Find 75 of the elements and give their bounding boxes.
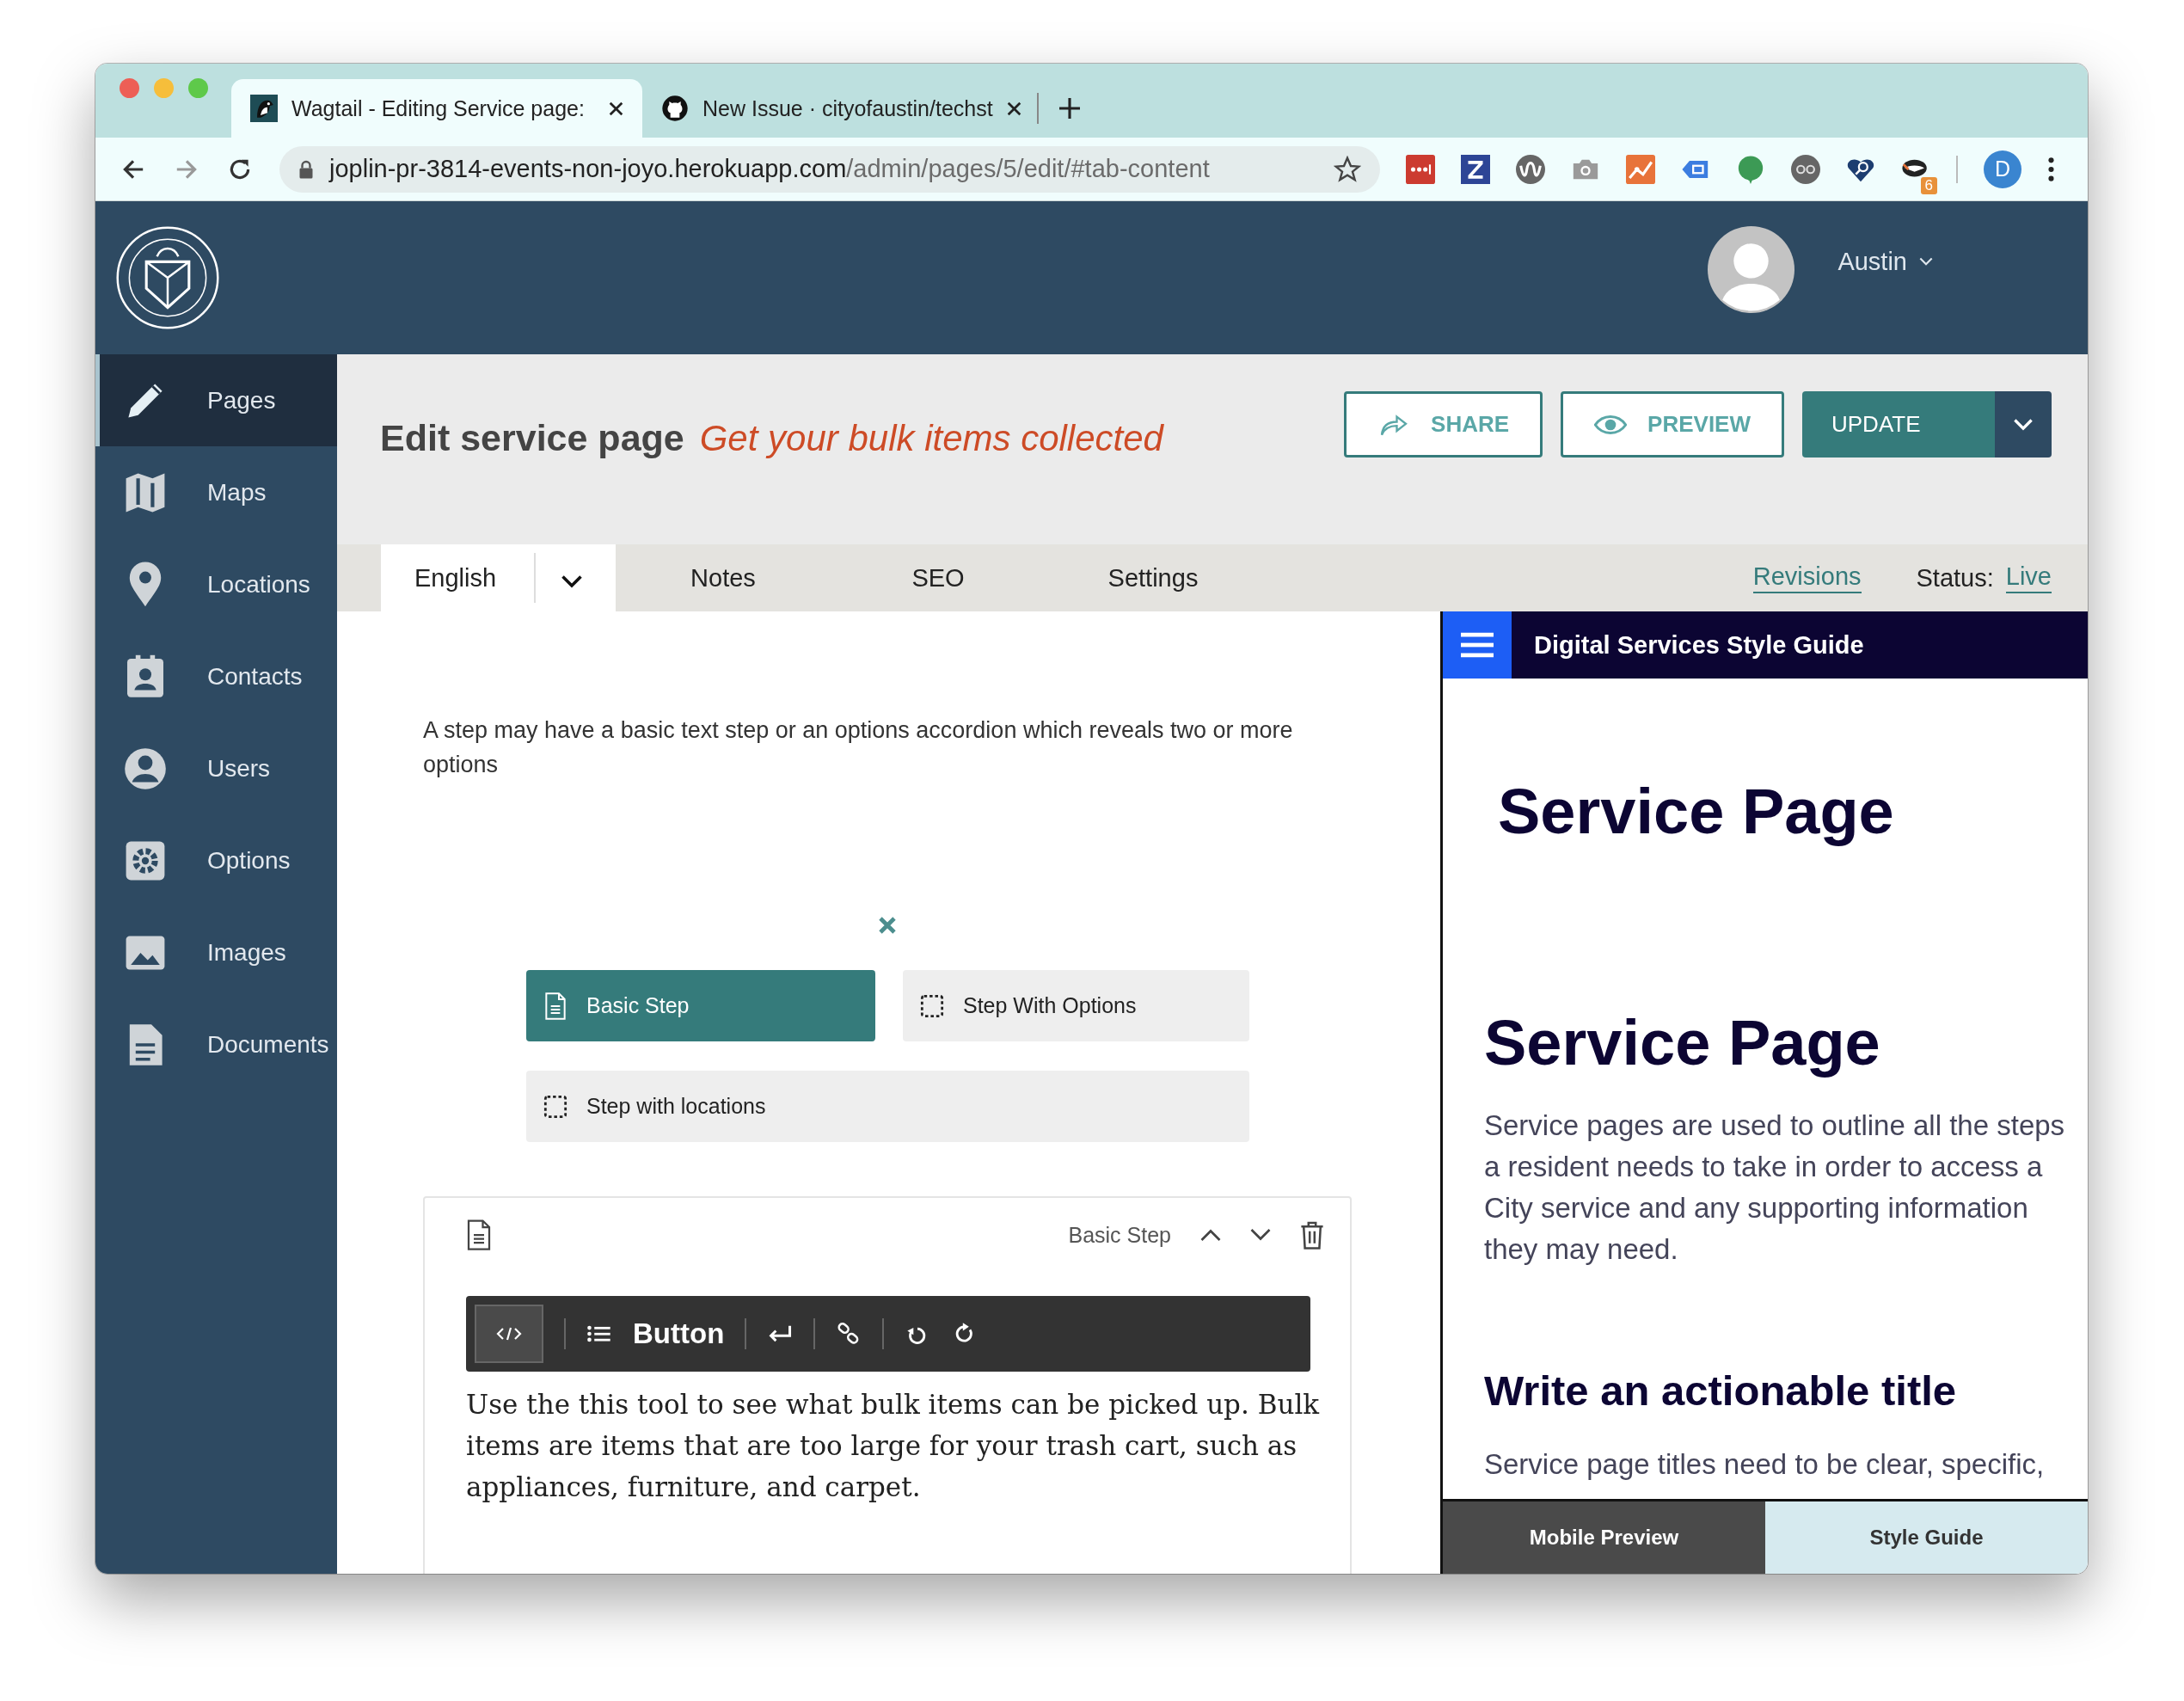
sidebar-item[interactable]: Pages [95, 354, 337, 446]
chevron-down-icon [2014, 418, 2033, 431]
close-icon[interactable] [879, 917, 896, 934]
update-button[interactable]: UPDATE [1802, 391, 1995, 457]
tab[interactable]: English [381, 544, 616, 611]
preview-paragraph: Service page titles need to be clear, specific, [1484, 1447, 2046, 1482]
menu-button[interactable] [1443, 611, 1512, 679]
sidebar-item[interactable]: Users [95, 722, 337, 814]
status-link[interactable]: Live [2005, 562, 2052, 593]
new-tab-icon[interactable] [1059, 98, 1080, 119]
user-circle-icon [125, 747, 166, 789]
chevron-down-icon[interactable] [561, 574, 583, 588]
revisions-link[interactable]: Revisions [1752, 562, 1862, 593]
sidebar-item[interactable]: Options [95, 814, 337, 906]
z-extension-icon[interactable] [1461, 154, 1490, 184]
more-menu-icon[interactable] [2047, 155, 2055, 183]
user-avatar[interactable] [1708, 225, 1795, 313]
trash-icon[interactable] [1300, 1220, 1324, 1250]
tab[interactable]: Notes [616, 544, 831, 611]
help-text: A step may have a basic text step or an options accordion which reveals two or more options [423, 716, 1294, 779]
image-icon [126, 935, 165, 970]
close-tab-icon[interactable] [1006, 101, 1021, 116]
contact-card-icon [127, 654, 163, 697]
page-title: Edit service page Get your bulk items collected [380, 417, 1163, 459]
sidebar-item[interactable]: Documents [95, 998, 337, 1090]
move-up-icon[interactable] [1200, 1228, 1221, 1242]
menu-icon [1461, 631, 1494, 659]
document-icon [543, 992, 567, 1020]
cat-icon [661, 95, 689, 122]
profile-avatar[interactable]: D [1984, 150, 2021, 188]
sidebar-item[interactable]: Locations [95, 538, 337, 630]
more-actions-button[interactable] [1995, 391, 2052, 457]
document-icon [466, 1219, 492, 1251]
city-seal-logo[interactable] [114, 224, 221, 331]
preview-subheading: Write an actionable title [1484, 1366, 1958, 1415]
password-manager-icon[interactable] [1406, 154, 1435, 184]
bird-icon [250, 95, 278, 122]
analytics-icon[interactable] [1626, 154, 1655, 184]
chat-bubble-icon[interactable] [1736, 154, 1765, 184]
location-pin-icon [129, 561, 162, 606]
pencil-icon [128, 383, 163, 418]
settings-icon [126, 841, 165, 880]
code-view-button[interactable] [475, 1305, 543, 1363]
block-type-button[interactable]: Step With Options [903, 970, 1249, 1041]
close-tab-icon[interactable] [609, 101, 623, 116]
notification-badge: 6 [1920, 176, 1937, 194]
rich-text-field[interactable]: Use the this tool to see what bulk items can be picked up. Bulk items are items that are too large for your trash cart, such as appliances, furniture, and carpet. [466, 1384, 1324, 1508]
map-icon [126, 473, 165, 512]
preview-heading: Service Page [1498, 775, 1895, 848]
site-title: Digital Services Style Guide [1534, 630, 1864, 660]
block-type-label: Basic Step [1068, 1222, 1171, 1248]
preview-heading: Service Page [1484, 1006, 1881, 1079]
bookmark-star-icon[interactable] [1334, 155, 1361, 183]
browser-tab[interactable]: Wagtail - Editing Service page: [231, 79, 642, 138]
document-icon [129, 1023, 163, 1065]
move-down-icon[interactable] [1250, 1228, 1271, 1242]
block-type-button[interactable]: Basic Step [526, 970, 875, 1041]
sidebar-item[interactable]: Maps [95, 446, 337, 538]
button-tool[interactable]: Button [633, 1317, 725, 1350]
lock-icon [298, 159, 314, 179]
preview-tab[interactable]: Mobile Preview [1443, 1501, 1765, 1574]
wave-extension-icon[interactable] [1516, 154, 1545, 184]
preview-tab[interactable]: Style Guide [1765, 1501, 2088, 1574]
block-type-button[interactable]: Step with locations [526, 1071, 1249, 1142]
tab[interactable]: Settings [1046, 544, 1261, 611]
preview-paragraph: Service pages are used to outline all the steps a resident needs to take in order to access a City service and any supporting information they may need. [1484, 1108, 2066, 1267]
glasses-icon[interactable] [1791, 154, 1820, 184]
user-menu[interactable]: Austin [1837, 247, 1933, 276]
chevron-down-icon [1919, 256, 1933, 267]
address-field[interactable]: joplin-pr-3814-events-non-joyo.herokuapp.com/admin/pages/5/edit/#tab-content [279, 145, 1380, 193]
status-label: Status: [1916, 563, 1994, 593]
sidebar-item[interactable]: Contacts [95, 630, 337, 722]
sidebar-item[interactable]: Images [95, 906, 337, 998]
browser-tab[interactable]: New Issue · cityofaustin/techst [642, 79, 1034, 138]
tab[interactable]: SEO [831, 544, 1046, 611]
